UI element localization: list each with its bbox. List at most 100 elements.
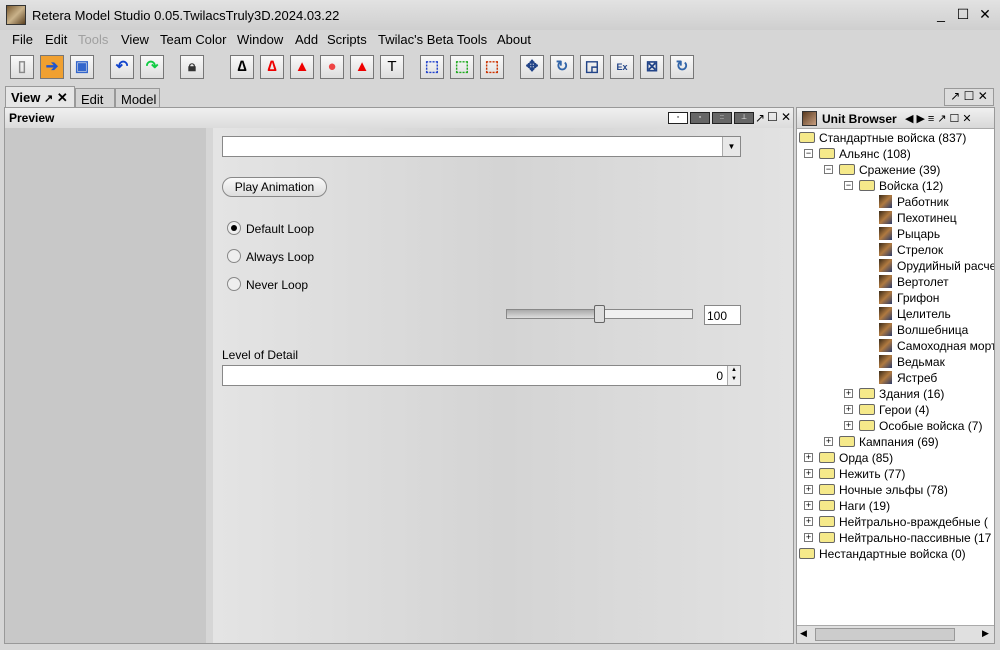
add-select-icon[interactable]: ⬚ xyxy=(450,55,474,79)
tab-model[interactable]: Model xyxy=(115,88,160,108)
tree-node[interactable]: Ястреб xyxy=(879,370,937,386)
tree-node[interactable]: Нейтрально-враждебные ( xyxy=(819,514,988,530)
menu-file[interactable]: File xyxy=(12,32,33,47)
expand-icon[interactable]: + xyxy=(804,453,813,462)
scroll-thumb[interactable] xyxy=(815,628,955,641)
speed-slider-thumb[interactable] xyxy=(593,305,605,323)
save-icon[interactable]: ▣ xyxy=(70,55,94,79)
spinner-arrows-icon[interactable]: ▲ ▼ xyxy=(727,366,740,385)
tree-node[interactable]: Вертолет xyxy=(879,274,949,290)
tree-node[interactable]: Стандартные войска (837) xyxy=(799,130,966,146)
tree-node[interactable]: Целитель xyxy=(879,306,951,322)
expand-icon[interactable]: + xyxy=(804,533,813,542)
tree-node[interactable]: Кампания (69) xyxy=(839,434,939,450)
expand-icon[interactable]: + xyxy=(824,437,833,446)
expand-icon[interactable]: + xyxy=(804,469,813,478)
tree-node[interactable]: Ночные эльфы (78) xyxy=(819,482,948,498)
text-icon[interactable]: T xyxy=(380,55,404,79)
horizontal-scrollbar[interactable]: ◀ ▶ xyxy=(797,625,994,643)
tree-node[interactable]: Грифон xyxy=(879,290,939,306)
layout-grid-button[interactable]: :: xyxy=(712,112,732,124)
default-loop-radio[interactable] xyxy=(227,221,241,235)
tab-view[interactable]: View ↗ ✕ xyxy=(5,86,75,108)
expand-icon[interactable]: + xyxy=(804,485,813,494)
speed-slider[interactable] xyxy=(506,305,693,323)
collapse-icon[interactable]: − xyxy=(844,181,853,190)
scroll-left-icon[interactable]: ◀ xyxy=(800,628,807,639)
extrude-icon[interactable]: Ex xyxy=(610,55,634,79)
chevron-down-icon[interactable]: ▼ xyxy=(722,137,740,156)
menu-add[interactable]: Add xyxy=(295,32,318,47)
tree-node[interactable]: Герои (4) xyxy=(859,402,929,418)
tree-node[interactable]: Орда (85) xyxy=(819,450,893,466)
tree-node[interactable]: Сражение (39) xyxy=(839,162,940,178)
tree-node[interactable]: Войска (12) xyxy=(859,178,943,194)
expand-icon[interactable]: + xyxy=(804,501,813,510)
particle-icon[interactable]: ● xyxy=(320,55,344,79)
expand-icon[interactable]: + xyxy=(844,405,853,414)
new-file-icon[interactable]: ▯ xyxy=(10,55,34,79)
always-loop-radio[interactable] xyxy=(227,249,241,263)
tab-edit[interactable]: Edit xyxy=(75,88,115,108)
expand-icon[interactable]: + xyxy=(844,421,853,430)
remove-select-icon[interactable]: ⬚ xyxy=(480,55,504,79)
menu-beta-tools[interactable]: Twilac's Beta Tools xyxy=(378,32,487,47)
never-loop-radio[interactable] xyxy=(227,277,241,291)
tree-node[interactable]: Альянс (108) xyxy=(819,146,911,162)
play-animation-button[interactable]: Play Animation xyxy=(222,177,327,197)
undo-icon[interactable]: ↶ xyxy=(110,55,134,79)
close-tab-icon[interactable]: ✕ xyxy=(57,90,68,105)
draw-mesh-icon[interactable]: ▲ xyxy=(350,55,374,79)
rotate-alt-icon[interactable]: ↻ xyxy=(670,55,694,79)
maximize-button[interactable]: ☐ xyxy=(955,6,971,22)
pin-icon[interactable]: ↗ xyxy=(755,111,765,125)
menu-view[interactable]: View xyxy=(121,32,149,47)
lod-spinner[interactable]: 0 ▲ ▼ xyxy=(222,365,741,386)
scroll-right-icon[interactable]: ▶ xyxy=(982,628,989,639)
close-button[interactable]: ✕ xyxy=(977,6,993,22)
panel-nav-controls[interactable]: ◀▶≡↗☐✕ xyxy=(905,112,975,125)
move-icon[interactable]: ✥ xyxy=(520,55,544,79)
animation-select[interactable]: ▼ xyxy=(222,136,741,157)
open-file-icon[interactable]: ➔ xyxy=(40,55,64,79)
layout-bottom-button[interactable]: ⊥ xyxy=(734,112,754,124)
collapse-icon[interactable]: − xyxy=(804,149,813,158)
tree-node[interactable]: Рыцарь xyxy=(879,226,940,242)
lock-icon[interactable]: 🔒︎ xyxy=(180,55,204,79)
layout-split-button[interactable]: ▫ xyxy=(690,112,710,124)
minimize-button[interactable]: _ xyxy=(933,6,949,22)
tree-node[interactable]: Волшебница xyxy=(879,322,968,338)
menu-edit[interactable]: Edit xyxy=(45,32,67,47)
menu-tools[interactable]: Tools xyxy=(78,32,108,47)
menu-window[interactable]: Window xyxy=(237,32,283,47)
tree-node[interactable]: Стрелок xyxy=(879,242,943,258)
select-triangle-icon[interactable]: ∆ xyxy=(260,55,284,79)
tree-node[interactable]: Самоходная мортира xyxy=(879,338,994,354)
rotate-icon[interactable]: ↻ xyxy=(550,55,574,79)
expand-icon[interactable]: + xyxy=(804,517,813,526)
tree-node[interactable]: Пехотинец xyxy=(879,210,957,226)
tree-node[interactable]: Работник xyxy=(879,194,949,210)
layout-single-button[interactable]: ▫ xyxy=(668,112,688,124)
select-geoset-icon[interactable]: ▲ xyxy=(290,55,314,79)
redo-icon[interactable]: ↷ xyxy=(140,55,164,79)
select-rect-icon[interactable]: ⬚ xyxy=(420,55,444,79)
tree-node[interactable]: Нейтрально-пассивные (17 xyxy=(819,530,991,546)
tree-node[interactable]: Ведьмак xyxy=(879,354,945,370)
menu-team-color[interactable]: Team Color xyxy=(160,32,226,47)
tree-node[interactable]: Наги (19) xyxy=(819,498,890,514)
scale-icon[interactable]: ◲ xyxy=(580,55,604,79)
maximize-icon[interactable]: ☐ xyxy=(767,110,778,124)
collapse-icon[interactable]: − xyxy=(824,165,833,174)
tree-node[interactable]: Нежить (77) xyxy=(819,466,905,482)
preview-viewport[interactable] xyxy=(5,128,206,643)
tree-node[interactable]: Орудийный расчет xyxy=(879,258,994,274)
dock-controls[interactable]: ↗ ☐ ✕ xyxy=(944,88,994,106)
speed-input[interactable]: 100 xyxy=(704,305,741,325)
tree-node[interactable]: Особые войска (7) xyxy=(859,418,982,434)
extend-icon[interactable]: ⊠ xyxy=(640,55,664,79)
menu-about[interactable]: About xyxy=(497,32,531,47)
select-vertex-icon[interactable]: ∆ xyxy=(230,55,254,79)
split-divider[interactable] xyxy=(206,128,213,643)
tree-node[interactable]: Нестандартные войска (0) xyxy=(799,546,966,562)
